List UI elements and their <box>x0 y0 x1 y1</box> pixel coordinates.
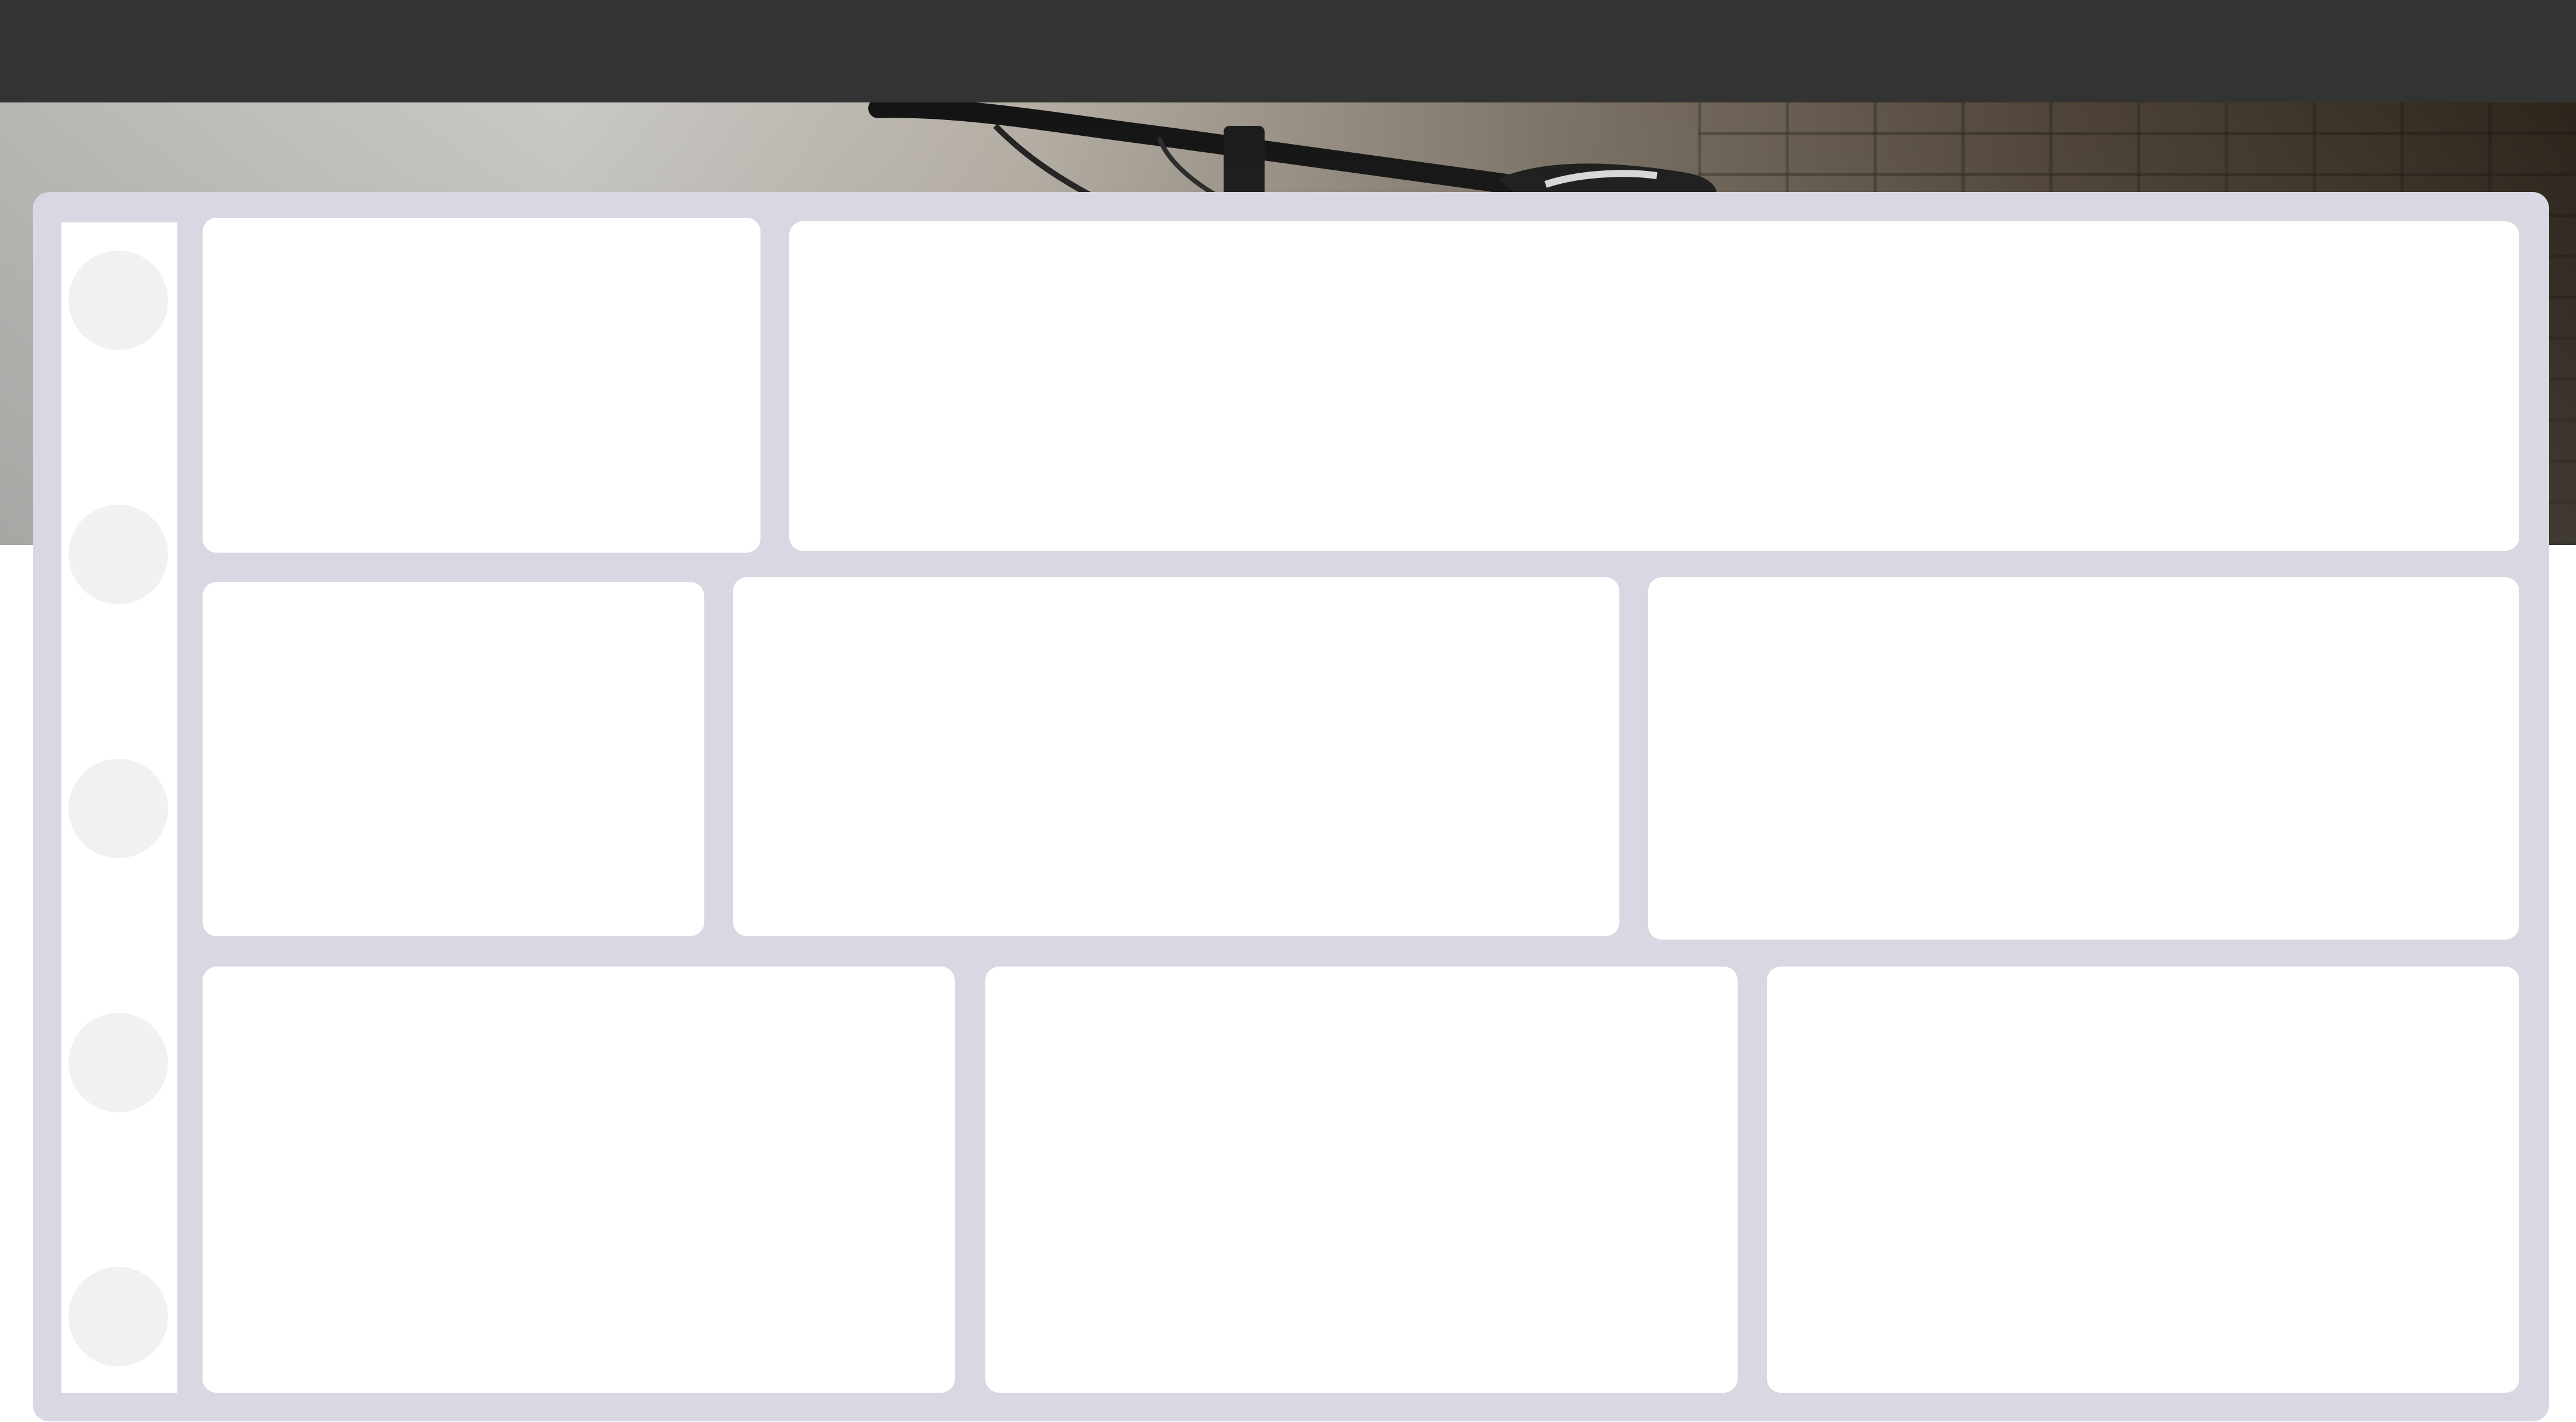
avatar-placeholder-3[interactable] <box>68 759 168 858</box>
card-row3-middle <box>985 967 1738 1393</box>
card-row2-middle <box>733 577 1619 936</box>
card-row3-left <box>203 967 955 1393</box>
card-row1-wide <box>789 221 2519 551</box>
card-row3-right <box>1767 967 2519 1393</box>
avatar-placeholder-2[interactable] <box>68 505 168 604</box>
card-row1-small <box>203 218 761 553</box>
sidebar-rail <box>61 222 177 1393</box>
avatar-placeholder-5[interactable] <box>68 1267 168 1366</box>
top-navigation-bar <box>0 0 2576 102</box>
card-row2-left <box>203 582 704 936</box>
avatar-placeholder-4[interactable] <box>68 1013 168 1112</box>
avatar-placeholder-1[interactable] <box>68 251 168 350</box>
card-row2-right <box>1648 577 2519 940</box>
